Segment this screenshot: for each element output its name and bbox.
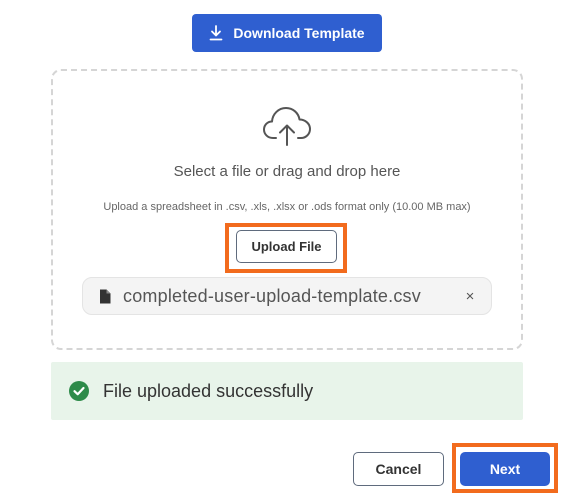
file-icon [99, 289, 111, 304]
download-template-label: Download Template [233, 25, 365, 41]
file-name: completed-user-upload-template.csv [123, 285, 421, 306]
upload-file-label: Upload File [251, 239, 322, 254]
success-message: File uploaded successfully [103, 380, 314, 401]
next-label: Next [489, 461, 521, 477]
remove-file-button[interactable]: × [461, 287, 479, 305]
cancel-button[interactable]: Cancel [353, 452, 444, 486]
cloud-upload-icon [263, 107, 311, 146]
upload-success-alert: File uploaded successfully [51, 362, 523, 420]
dropzone-title: Select a file or drag and drop here [173, 163, 401, 180]
upload-file-button[interactable]: Upload File [236, 230, 337, 263]
dropzone-hint: Upload a spreadsheet in .csv, .xls, .xls… [103, 201, 471, 213]
uploaded-file-chip: completed-user-upload-template.csv × [82, 277, 492, 315]
download-template-button[interactable]: Download Template [192, 14, 382, 52]
cancel-label: Cancel [375, 461, 422, 477]
check-circle-icon [69, 381, 89, 401]
download-icon [209, 25, 223, 41]
next-button[interactable]: Next [460, 452, 550, 486]
